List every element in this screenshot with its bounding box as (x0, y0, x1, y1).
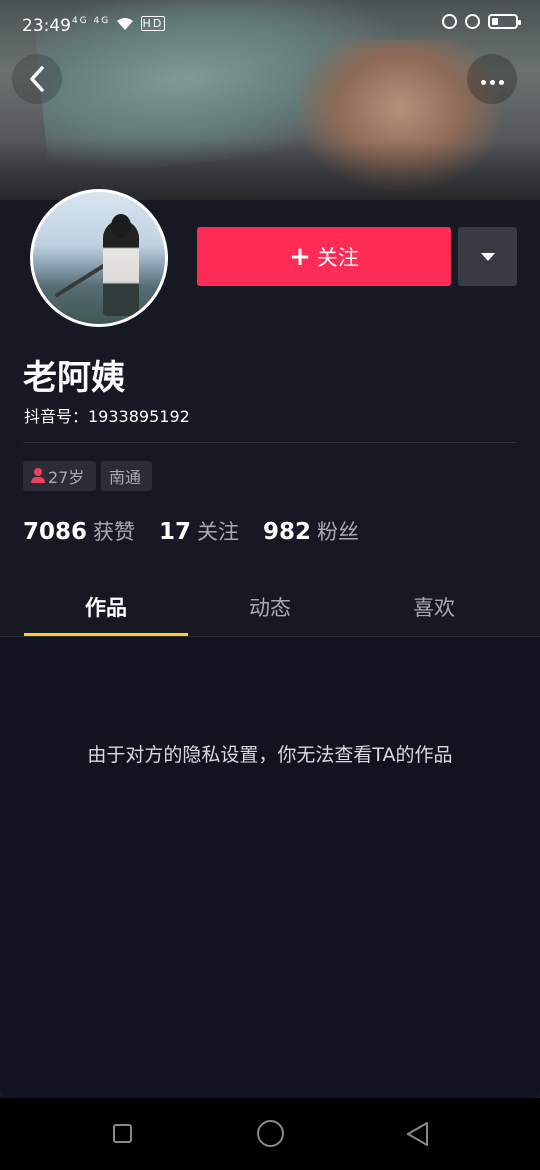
home-icon[interactable] (257, 1120, 284, 1147)
tab-works[interactable]: 作品 (24, 582, 188, 634)
nickname: 老阿姨 (23, 358, 125, 398)
douyin-id: 抖音号：1933895192 (24, 407, 190, 426)
avatar[interactable] (30, 189, 168, 327)
tab-dynamics[interactable]: 动态 (188, 582, 352, 634)
divider (23, 442, 517, 443)
follow-button[interactable]: + 关注 (197, 227, 451, 286)
recent-apps-icon[interactable] (113, 1124, 132, 1143)
following-label[interactable]: 关注 (197, 516, 239, 546)
profile-tabs: 作品 动态 喜欢 (0, 582, 540, 636)
plus-icon: + (289, 241, 311, 272)
follow-button-label: 关注 (316, 245, 359, 270)
city-text: 南通 (109, 468, 142, 487)
more-button[interactable] (467, 54, 517, 104)
recommend-dropdown-button[interactable] (458, 227, 517, 286)
privacy-message: 由于对方的隐私设置，你无法查看TA的作品 (87, 744, 453, 766)
status-bar: 23:49 4G 4G HD (0, 0, 540, 56)
works-content-area (0, 637, 540, 1098)
tab-likes[interactable]: 喜欢 (352, 582, 516, 634)
lock-rotation-icon (442, 14, 457, 29)
followers-count[interactable]: 982 (263, 519, 311, 545)
wifi-icon (117, 17, 134, 30)
followers-label[interactable]: 粉丝 (317, 516, 359, 546)
profile-stats: 7086 获赞 17 关注 982 粉丝 (23, 516, 383, 546)
back-icon[interactable] (405, 1121, 431, 1147)
alarm-icon (465, 14, 480, 29)
age-tag: 27岁 (23, 461, 96, 491)
following-count[interactable]: 17 (159, 519, 191, 545)
status-time: 23:49 (22, 16, 71, 36)
likes-label[interactable]: 获赞 (93, 516, 135, 546)
back-button[interactable] (12, 54, 62, 104)
triangle-down-icon (480, 252, 495, 261)
network-type-label: 4G 4G (72, 16, 111, 26)
battery-icon (488, 14, 521, 29)
chevron-left-icon (30, 66, 44, 92)
age-text: 27岁 (48, 468, 85, 487)
status-right-icons (442, 14, 521, 29)
female-user-icon (31, 468, 45, 484)
signal-icon: 4G 4G HD (72, 16, 166, 31)
likes-count[interactable]: 7086 (23, 519, 87, 545)
city-tag: 南通 (101, 461, 152, 491)
more-dots-icon (479, 70, 506, 89)
hd-badge: HD (140, 16, 166, 31)
